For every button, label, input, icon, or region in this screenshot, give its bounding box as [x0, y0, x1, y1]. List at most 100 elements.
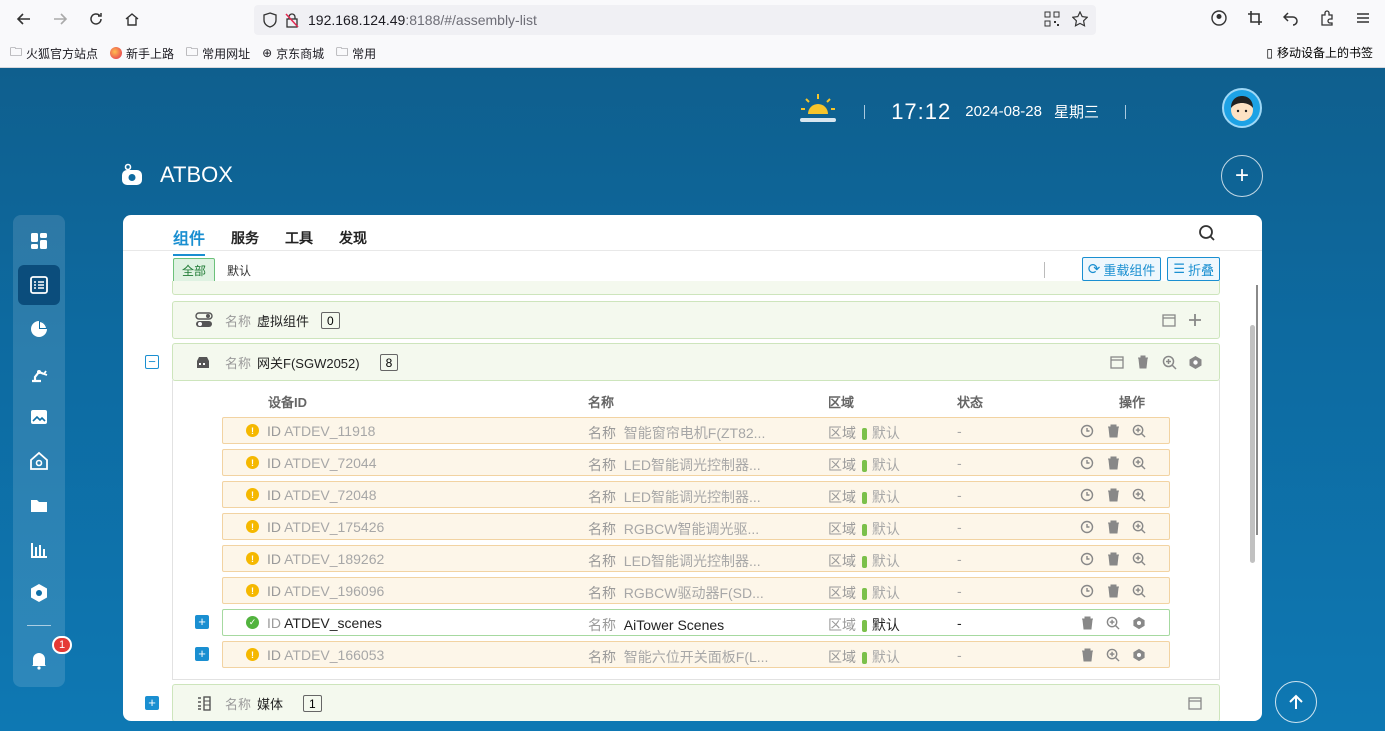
trash-icon[interactable] — [1105, 487, 1121, 503]
add-button[interactable]: + — [1221, 155, 1263, 197]
expand-media-toggle[interactable]: + — [145, 696, 159, 710]
sidebar-item-home[interactable] — [18, 441, 60, 481]
undo-icon[interactable] — [1281, 8, 1301, 28]
sidebar-item-files[interactable] — [18, 485, 60, 525]
scroll-to-top-button[interactable] — [1275, 681, 1317, 723]
device-area-cell: 区域 默认 — [828, 617, 900, 633]
app-brand: ATBOX — [120, 162, 233, 188]
table-row[interactable]: ! ID ATDEV_196096 名称 RGBCW驱动器F(SD... 区域 默认 - — [222, 577, 1170, 604]
clock-date: 2024-08-28 — [965, 103, 1042, 120]
zoom-plus-icon[interactable] — [1131, 519, 1147, 535]
clock-icon[interactable] — [1079, 519, 1095, 535]
extensions-icon[interactable] — [1317, 8, 1337, 28]
archive-icon[interactable] — [1187, 695, 1203, 711]
qr-code-icon[interactable] — [1044, 11, 1060, 32]
bookmark-item[interactable]: 🗀 常用网址 — [186, 43, 250, 64]
group-row-gateway[interactable]: 名称 网关F(SGW2052) 8 — [172, 343, 1220, 381]
folder-icon: 🗀 — [10, 44, 23, 59]
zoom-plus-icon[interactable] — [1131, 487, 1147, 503]
group-label: 名称 — [225, 355, 252, 371]
table-row[interactable]: ! ID ATDEV_175426 名称 RGBCW智能调光驱... 区域 默认 - — [222, 513, 1170, 540]
collapse-gateway-toggle[interactable]: − — [145, 355, 159, 369]
bookmark-item[interactable]: ⊕ 京东商城 — [262, 45, 324, 62]
zoom-plus-icon[interactable] — [1131, 423, 1147, 439]
clock-icon[interactable] — [1079, 423, 1095, 439]
back-icon[interactable] — [6, 4, 42, 34]
group-row-virtual[interactable]: 名称 虚拟组件 0 — [172, 301, 1220, 339]
sidebar-item-stats[interactable] — [18, 309, 60, 349]
table-row[interactable]: ! ID ATDEV_11918 名称 智能窗帘电机F(ZT82... 区域 默认 - — [222, 417, 1170, 444]
trash-icon[interactable] — [1105, 519, 1121, 535]
bookmark-item[interactable]: 🗀 火狐官方站点 — [10, 43, 98, 64]
user-avatar[interactable] — [1222, 88, 1262, 128]
table-row[interactable]: ✓ ID ATDEV_scenes 名称 AiTower Scenes 区域 默认 - — [222, 609, 1170, 636]
expand-device-toggle[interactable]: + — [195, 615, 209, 629]
group-row-media[interactable]: 名称 媒体 1 — [172, 684, 1220, 721]
archive-icon[interactable] — [1161, 312, 1177, 328]
clock-icon[interactable] — [1079, 583, 1095, 599]
zoom-plus-icon[interactable] — [1131, 455, 1147, 471]
zoom-plus-icon[interactable] — [1105, 647, 1121, 663]
search-icon[interactable] — [1198, 224, 1218, 244]
trash-icon[interactable] — [1079, 615, 1095, 631]
url-bar[interactable]: 192.168.124.49:8188/#/assembly-list — [254, 5, 1096, 35]
bookmark-item[interactable]: 🗀 常用 — [336, 43, 376, 64]
tab-components[interactable]: 组件 — [173, 225, 206, 256]
zoom-plus-icon[interactable] — [1105, 615, 1121, 631]
hexagon-gear-icon[interactable] — [1131, 615, 1147, 631]
trash-icon[interactable] — [1105, 455, 1121, 471]
sidebar-item-charts[interactable] — [18, 529, 60, 569]
insecure-lock-icon[interactable] — [282, 10, 302, 30]
tab-tools[interactable]: 工具 — [285, 225, 313, 256]
archive-icon[interactable] — [1109, 354, 1125, 370]
scrollbar-thumb[interactable] — [1250, 325, 1255, 563]
sidebar — [13, 215, 65, 687]
trash-icon[interactable] — [1105, 551, 1121, 567]
plus-icon[interactable] — [1187, 312, 1203, 328]
tab-services[interactable]: 服务 — [231, 225, 259, 256]
home-icon[interactable] — [114, 4, 150, 34]
tab-discover[interactable]: 发现 — [339, 225, 367, 256]
trash-icon[interactable] — [1079, 647, 1095, 663]
bookmark-item[interactable]: 新手上路 — [110, 45, 174, 62]
star-icon[interactable] — [1071, 10, 1089, 32]
expand-device-toggle[interactable]: + — [195, 647, 209, 661]
sidebar-item-assembly[interactable] — [18, 265, 60, 305]
sidebar-item-settings[interactable] — [18, 573, 60, 613]
reload-icon[interactable] — [78, 4, 114, 34]
zoom-plus-icon[interactable] — [1161, 354, 1177, 370]
trash-icon[interactable] — [1105, 583, 1121, 599]
account-icon[interactable] — [1209, 8, 1229, 28]
clock-icon[interactable] — [1079, 487, 1095, 503]
table-row[interactable]: ! ID ATDEV_166053 名称 智能六位开关面板F(L... 区域 默认 - — [222, 641, 1170, 668]
sidebar-item-scenes[interactable] — [18, 397, 60, 437]
zoom-plus-icon[interactable] — [1131, 583, 1147, 599]
forward-icon[interactable] — [42, 4, 78, 34]
menu-icon[interactable] — [1353, 8, 1373, 28]
col-header-area: 区域 — [828, 395, 855, 410]
group-row-hidden[interactable] — [172, 281, 1220, 295]
clock-icon[interactable] — [1079, 455, 1095, 471]
sidebar-item-dashboard[interactable] — [18, 221, 60, 261]
mobile-bookmarks[interactable]: ▯ 移动设备上的书签 — [1266, 44, 1373, 61]
trash-icon[interactable] — [1135, 354, 1151, 370]
group-label: 名称 — [225, 696, 252, 712]
device-status-cell: - — [957, 487, 962, 503]
clock-icon[interactable] — [1079, 551, 1095, 567]
device-name-cell: 名称 AiTower Scenes — [588, 617, 725, 633]
hexagon-gear-icon[interactable] — [1131, 647, 1147, 663]
reload-components-button[interactable]: ⟳ 重载组件 — [1081, 257, 1162, 281]
url-text[interactable]: 192.168.124.49:8188/#/assembly-list — [308, 12, 537, 28]
filter-default[interactable]: 默认 — [227, 262, 251, 279]
sidebar-item-robot[interactable] — [18, 353, 60, 393]
trash-icon[interactable] — [1105, 423, 1121, 439]
shield-icon[interactable] — [260, 10, 280, 30]
crop-icon[interactable] — [1245, 8, 1265, 28]
table-row[interactable]: ! ID ATDEV_189262 名称 LED智能调光控制器... 区域 默认 - — [222, 545, 1170, 572]
table-row[interactable]: ! ID ATDEV_72044 名称 LED智能调光控制器... 区域 默认 - — [222, 449, 1170, 476]
zoom-plus-icon[interactable] — [1131, 551, 1147, 567]
filter-all[interactable]: 全部 — [173, 258, 216, 283]
table-row[interactable]: ! ID ATDEV_72048 名称 LED智能调光控制器... 区域 默认 - — [222, 481, 1170, 508]
hexagon-gear-icon[interactable] — [1187, 354, 1203, 370]
collapse-button[interactable]: ☰ 折叠 — [1167, 257, 1220, 281]
